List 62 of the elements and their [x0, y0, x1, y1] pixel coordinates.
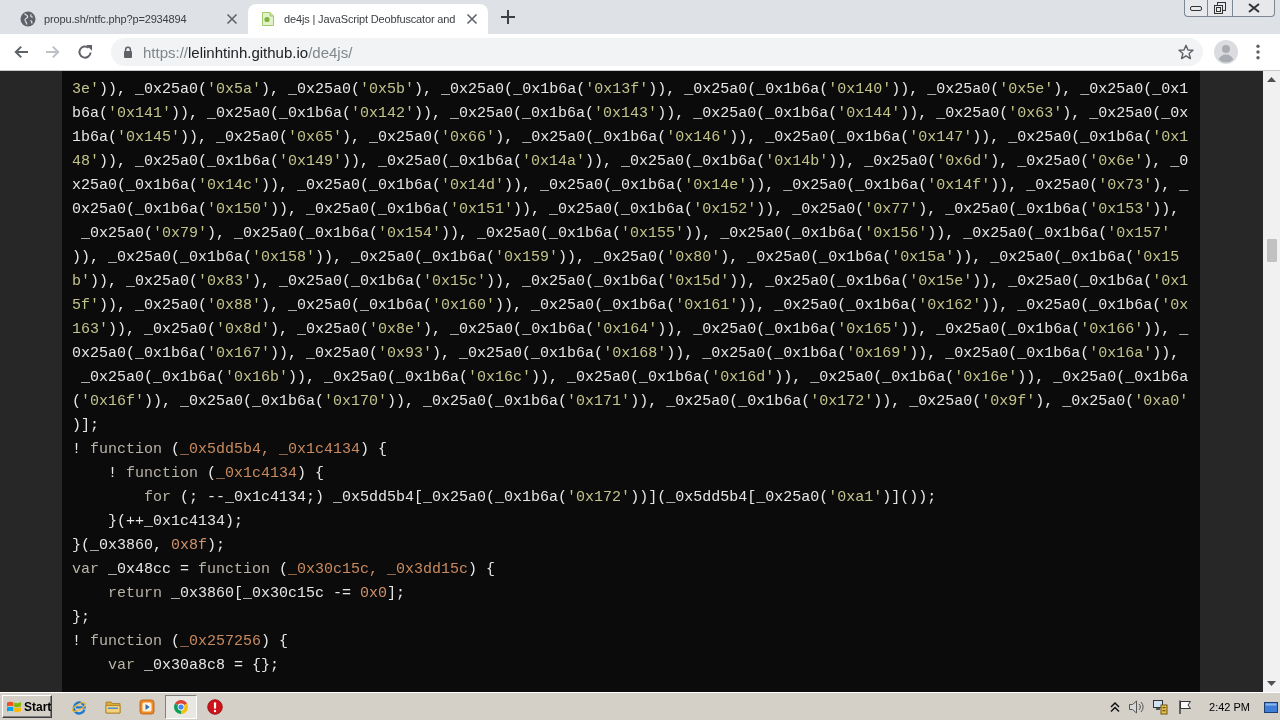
code-line: }(++_0x1c4134); [107, 512, 245, 532]
star-icon[interactable] [1178, 44, 1194, 60]
code-line: 48')), _0x25a0(_0x1b6a('0x149')), _0x25a0(_0x1b6a('0x14a')), _0x25a0(_0x1b6a('0x14b')), _0x25a0('0x6d'), _0x25a0('0x6e'), _0 [72, 152, 1190, 172]
media-player-icon [139, 698, 155, 715]
clock-text: 2:42 PM [1209, 700, 1250, 713]
browser-tab[interactable]: de4js | JavaScript Deobfuscator and [248, 4, 488, 34]
code-line: 1b6a('0x145')), _0x25a0('0x65'), _0x25a0('0x66'), _0x25a0(_0x1b6a('0x146')), _0x25a0(_0x1b6a('0x147')), _0x25a0(_0x1b6a('0x1 [72, 128, 1190, 148]
browser-icon [173, 698, 189, 715]
code-line: ! function (_0x5dd5b4, _0x1c4134) { [72, 440, 389, 460]
reload-icon[interactable] [77, 44, 93, 60]
code-line: var _0x30a8c8 = {}; [107, 656, 281, 676]
lock-icon [123, 46, 133, 58]
flag-icon[interactable] [1177, 698, 1194, 715]
restore-icon [1214, 2, 1226, 14]
scroll-down-icon[interactable] [1267, 681, 1276, 686]
exclamation-icon [207, 698, 223, 715]
start-button[interactable]: Start [2, 695, 52, 718]
code-line: )]; [72, 416, 100, 436]
minimize-button[interactable] [1184, 0, 1208, 17]
browser-tab[interactable]: propu.sh/ntfc.php?p=2934894 [8, 4, 248, 34]
e-browser-icon [71, 698, 87, 715]
code-line: var _0x48cc = function (_0x30c15c, _0x3dd15c) { [72, 560, 497, 580]
code-line: }; [72, 608, 91, 628]
code-line: x25a0(_0x1b6a('0x14c')), _0x25a0(_0x1b6a('0x14d')), _0x25a0(_0x1b6a('0x14e')), _0x25a0(_0x1b6a('0x14f')), _0x25a0('0x73'), _ [72, 176, 1190, 196]
address-bar[interactable]: https://lelinhtinh.github.io/de4js/ [111, 38, 1203, 66]
folder-icon [105, 698, 121, 715]
back-icon[interactable] [13, 44, 29, 60]
code-line: }(_0x3860, 0x8f); [72, 536, 227, 556]
minimize-icon [1190, 5, 1202, 11]
code-line: return _0x3860[_0x30c15c -= 0x0]; [107, 584, 407, 604]
show-desktop-icon[interactable] [1264, 699, 1278, 714]
code-line: b6a('0x141')), _0x25a0(_0x1b6a('0x142')), _0x25a0(_0x1b6a('0x143')), _0x25a0(_0x1b6a('0x144')), _0x25a0('0x63'), _0x25a0(_0x [72, 104, 1190, 124]
close-icon [1247, 3, 1260, 13]
code-line: 0x25a0(_0x1b6a('0x167')), _0x25a0('0x93'), _0x25a0(_0x1b6a('0x168')), _0x25a0(_0x1b6a('0x169')), _0x25a0(_0x1b6a('0x16a')), [72, 344, 1181, 364]
code-line: ! function (_0x257256) { [72, 632, 290, 652]
close-window-button[interactable] [1233, 0, 1275, 17]
code-line: ('0x16f')), _0x25a0(_0x1b6a('0x170')), _0x25a0(_0x1b6a('0x171')), _0x25a0(_0x1b6a('0x172')), _0x25a0('0x9f'), _0x25a0('0xa0' [72, 392, 1190, 412]
code-line: _0x25a0(_0x1b6a('0x16b')), _0x25a0(_0x1b6a('0x16c')), _0x25a0(_0x1b6a('0x16d')), _0x25a0(_0x1b6a('0x16e')), _0x25a0(_0x1b6a [80, 368, 1190, 388]
code-line: _0x25a0('0x79'), _0x25a0(_0x1b6a('0x154')), _0x25a0(_0x1b6a('0x155')), _0x25a0(_0x1b6a('0x156')), _0x25a0(_0x1b6a('0x157' [80, 224, 1172, 244]
code-line: 163')), _0x25a0('0x8d'), _0x25a0('0x8e'), _0x25a0(_0x1b6a('0x164')), _0x25a0(_0x1b6a('0x165')), _0x25a0(_0x1b6a('0x166')), _ [72, 320, 1190, 340]
menu-icon[interactable] [1256, 44, 1260, 60]
scrollbar[interactable] [1263, 71, 1280, 692]
close-icon[interactable] [224, 11, 240, 27]
restore-button[interactable] [1208, 0, 1233, 17]
plus-icon[interactable] [501, 10, 515, 24]
globe-icon [20, 11, 36, 27]
code-line: 3e')), _0x25a0('0x5a'), _0x25a0('0x5b'), _0x25a0(_0x1b6a('0x13f')), _0x25a0(_0x1b6a('0x140')), _0x25a0('0x5e'), _0x25a0(_0x1 [72, 80, 1190, 100]
chevron-up-icon[interactable] [1109, 700, 1122, 713]
code-line: b')), _0x25a0('0x83'), _0x25a0(_0x1b6a('0x15c')), _0x25a0(_0x1b6a('0x15d')), _0x25a0(_0x1b6a('0x15e')), _0x25a0(_0x1b6a('0x1 [72, 272, 1190, 292]
speaker-icon[interactable] [1128, 698, 1145, 715]
code-line: 5f')), _0x25a0('0x88'), _0x25a0(_0x1b6a('0x160')), _0x25a0(_0x1b6a('0x161')), _0x25a0(_0x1b6a('0x162')), _0x25a0(_0x1b6a('0x [72, 296, 1190, 316]
close-icon[interactable] [464, 11, 480, 27]
document-icon [260, 11, 276, 27]
scroll-up-icon[interactable] [1267, 77, 1276, 82]
scrollbar-thumb[interactable] [1266, 239, 1277, 262]
code-line: for (; --_0x1c4134;) _0x5dd5b4[_0x25a0(_0x1b6a('0x172'))](_0x5dd5b4[_0x25a0('0xa1')]()); [143, 488, 938, 508]
url-text: https://lelinhtinh.github.io/de4js/ [143, 43, 353, 61]
code-line: 0x25a0(_0x1b6a('0x150')), _0x25a0(_0x1b6a('0x151')), _0x25a0(_0x1b6a('0x152')), _0x25a0('0x77'), _0x25a0(_0x1b6a('0x153')), [72, 200, 1181, 220]
taskbar-button[interactable] [165, 694, 197, 719]
network-icon[interactable] [1152, 698, 1169, 715]
code-line: ! function (_0x1c4134) { [107, 464, 326, 484]
code-line: )), _0x25a0(_0x1b6a('0x158')), _0x25a0(_0x1b6a('0x159')), _0x25a0('0x80'), _0x25a0(_0x1b6a('0x15a')), _0x25a0(_0x1b6a('0x15 [72, 248, 1181, 268]
